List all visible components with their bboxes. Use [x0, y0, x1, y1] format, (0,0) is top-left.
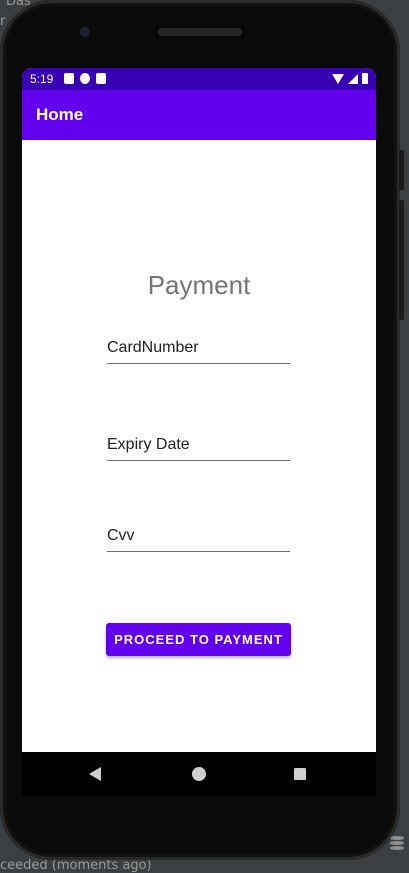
- database-icon[interactable]: [390, 836, 404, 854]
- a-icon: [64, 73, 74, 84]
- signal-icon: [348, 74, 358, 84]
- recents-icon[interactable]: [294, 768, 306, 780]
- home-icon[interactable]: [192, 767, 206, 781]
- sync-icon: [80, 73, 90, 84]
- camera-icon: [80, 27, 90, 37]
- phone-frame: 5:19 Home Payment PROCEED TO PAYMENT: [0, 0, 404, 860]
- app-bar-title: Home: [36, 105, 84, 124]
- app-screen: 5:19 Home Payment PROCEED TO PAYMENT: [22, 68, 376, 752]
- back-icon[interactable]: [89, 767, 101, 781]
- system-icons: [332, 73, 368, 84]
- speaker-grille: [158, 28, 242, 36]
- app-bar: Home: [22, 90, 376, 140]
- expiry-date-input[interactable]: [107, 432, 290, 461]
- volume-button[interactable]: [399, 200, 404, 320]
- navigation-bar: [22, 752, 376, 796]
- ide-text-fragment: r: [0, 14, 6, 29]
- battery-icon: [362, 73, 368, 84]
- cvv-input[interactable]: [107, 523, 290, 552]
- status-time: 5:19: [30, 72, 54, 86]
- status-bar: 5:19: [22, 68, 376, 90]
- sd-card-icon: [96, 73, 106, 84]
- proceed-to-payment-button[interactable]: PROCEED TO PAYMENT: [106, 623, 291, 656]
- notification-icons: [64, 73, 106, 84]
- card-number-input[interactable]: [107, 335, 290, 364]
- page-title: Payment: [147, 270, 251, 300]
- power-button[interactable]: [399, 150, 404, 190]
- ide-build-status: ceeded (moments ago): [0, 858, 152, 873]
- wifi-icon: [332, 74, 344, 84]
